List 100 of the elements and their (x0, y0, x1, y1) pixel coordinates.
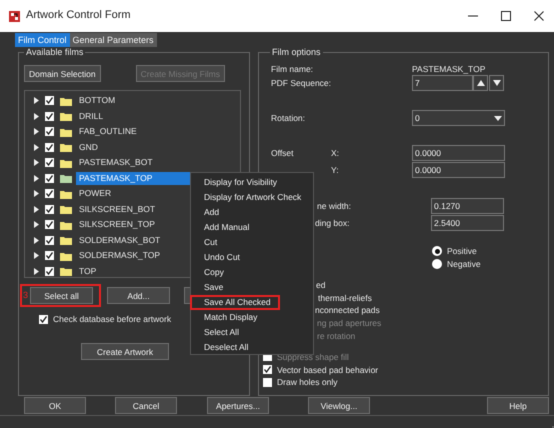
folder-icon (60, 220, 72, 230)
menu-item[interactable]: Add Manual (190, 220, 313, 235)
option-label: nconnected pads (315, 305, 380, 316)
input-field[interactable]: 0.0000 (412, 162, 505, 178)
input-field[interactable]: 2.5400 (431, 215, 504, 232)
checkbox[interactable] (45, 158, 54, 168)
folder-icon (60, 111, 72, 122)
caret-icon (494, 116, 502, 121)
checkbox[interactable] (45, 112, 54, 121)
tree-item[interactable]: SOLDERMASK_BOT (76, 234, 164, 247)
checkbox[interactable] (45, 96, 54, 106)
tree-item[interactable]: TOP (76, 264, 100, 278)
button[interactable]: Select all (30, 287, 94, 304)
option-label: ed (316, 280, 326, 290)
checkbox[interactable] (45, 189, 54, 198)
field-label: X: (331, 148, 340, 158)
folder-icon (60, 126, 72, 137)
checkbox[interactable] (45, 174, 54, 183)
spin-up-button[interactable] (473, 75, 488, 92)
check-icon (39, 314, 48, 324)
expand-icon[interactable] (34, 159, 39, 166)
film-name-value: PASTEMASK_TOP (412, 64, 486, 74)
close-icon[interactable] (534, 11, 544, 21)
check-icon (263, 365, 272, 374)
menu-item[interactable]: Copy (190, 265, 313, 280)
field-label: ne width: (317, 201, 352, 212)
checkbox[interactable] (45, 251, 54, 260)
button[interactable]: OK (24, 397, 86, 414)
field-label: Y: (331, 165, 340, 176)
group-title: Available films (25, 47, 84, 57)
expand-icon[interactable] (34, 190, 39, 198)
checkbox[interactable] (45, 204, 54, 214)
tree-item[interactable]: GND (76, 140, 101, 154)
tree-item[interactable]: POWER (76, 187, 114, 200)
tree-item[interactable]: PASTEMASK_BOT (76, 156, 156, 170)
expand-icon[interactable] (34, 252, 39, 260)
tree-item[interactable]: SOLDERMASK_TOP (76, 249, 164, 262)
button[interactable]: Add... (107, 287, 170, 304)
tree-item[interactable]: SILKSCREEN_TOP (76, 218, 158, 232)
dropdown[interactable]: 0 (412, 110, 505, 126)
expand-icon[interactable] (34, 268, 39, 275)
expand-icon[interactable] (34, 174, 39, 182)
expand-icon[interactable] (34, 206, 39, 213)
checkbox[interactable] (45, 142, 54, 152)
checkbox-label: Check database before artwork (53, 314, 172, 324)
input-field[interactable]: 0.1270 (431, 198, 504, 214)
option-label: ng pad apertures (317, 318, 382, 328)
folder-icon (60, 188, 72, 199)
menu-item[interactable]: Cut (190, 235, 313, 250)
button[interactable]: Domain Selection (24, 65, 101, 82)
expand-icon[interactable] (34, 236, 39, 244)
menu-item[interactable]: Select All (190, 325, 313, 340)
tree-item[interactable]: SILKSCREEN_BOT (76, 202, 158, 216)
radio-button[interactable] (432, 259, 442, 270)
expand-icon[interactable] (34, 112, 39, 120)
menu-item[interactable]: Save (190, 280, 313, 295)
checkbox-label: Vector based pad behavior (277, 364, 378, 375)
expand-icon[interactable] (34, 144, 39, 151)
tree-item[interactable]: FAB_OUTLINE (76, 125, 140, 138)
checkbox[interactable] (39, 314, 48, 324)
app-icon (9, 10, 20, 22)
checkbox[interactable] (45, 220, 54, 230)
tab[interactable]: General Parameters (70, 33, 157, 47)
maximize-icon[interactable] (501, 11, 511, 21)
radio-label: Negative (447, 259, 481, 270)
button[interactable]: Cancel (115, 397, 177, 414)
spin-down-button[interactable] (489, 75, 504, 92)
menu-item[interactable]: Display for Artwork Check (190, 190, 313, 205)
tree-item[interactable]: DRILL (76, 110, 106, 123)
menu-item[interactable]: Undo Cut (190, 250, 313, 265)
folder-icon (60, 235, 72, 246)
option-label: re rotation (317, 331, 356, 342)
folder-icon (60, 266, 72, 276)
button[interactable]: Create Artwork (81, 343, 169, 360)
up-arrow-icon (476, 80, 484, 86)
menu-item[interactable]: Save All Checked (190, 295, 280, 310)
input-field[interactable]: 0.0000 (412, 145, 505, 162)
folder-icon (60, 204, 72, 214)
menu-item[interactable]: Match Display (190, 310, 313, 325)
checkbox[interactable] (45, 266, 54, 276)
expand-icon[interactable] (34, 97, 39, 104)
window-title: Artwork Control Form (26, 9, 131, 23)
checkbox-label: Draw holes only (277, 377, 338, 388)
menu-item[interactable]: Add (190, 205, 313, 220)
checkbox[interactable] (263, 378, 272, 388)
tab[interactable]: Film Control (15, 33, 70, 47)
number-field[interactable]: 7 (412, 75, 473, 92)
radio-button[interactable] (432, 246, 442, 256)
tree-item[interactable]: BOTTOM (76, 94, 118, 108)
folder-icon (60, 250, 72, 261)
expand-icon[interactable] (34, 128, 39, 136)
checkbox[interactable] (45, 127, 54, 136)
button[interactable]: Help (487, 397, 549, 414)
expand-icon[interactable] (34, 221, 39, 228)
field-label: Rotation: (271, 113, 306, 124)
checkbox[interactable] (263, 365, 272, 374)
folder-icon (60, 158, 72, 168)
button[interactable]: Apertures... (207, 397, 269, 414)
checkbox[interactable] (45, 236, 54, 245)
button[interactable]: Viewlog... (308, 397, 370, 414)
